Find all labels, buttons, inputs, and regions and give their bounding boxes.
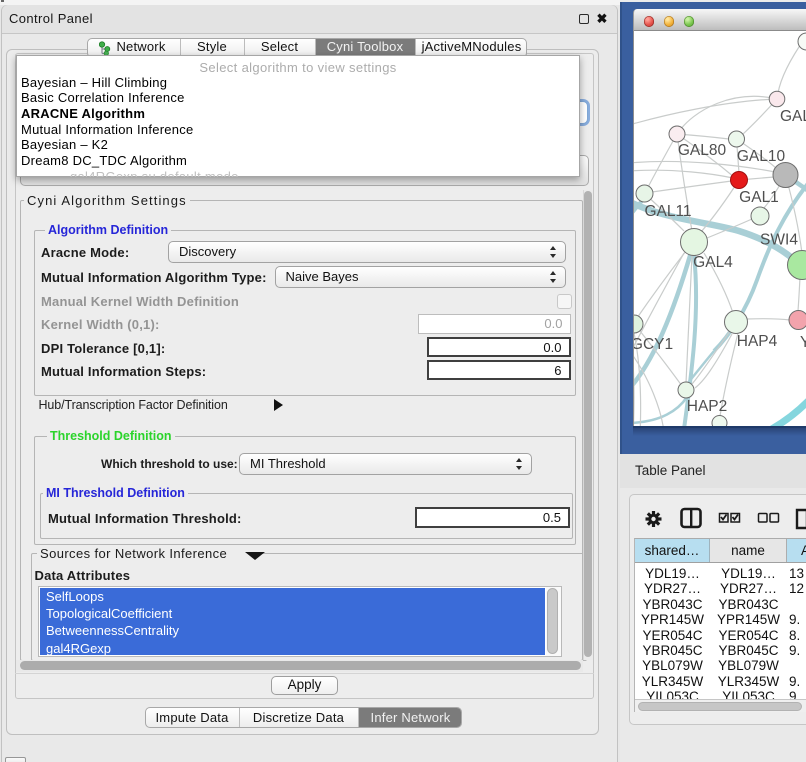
svg-text:Y: Y <box>800 334 806 351</box>
svg-text:HAP2: HAP2 <box>687 398 728 415</box>
svg-text:GAL10: GAL10 <box>737 148 786 165</box>
svg-text:HAP4: HAP4 <box>737 333 778 350</box>
svg-text:GAL11: GAL11 <box>644 203 691 220</box>
svg-text:GAL80: GAL80 <box>678 142 727 159</box>
svg-text:GAL: GAL <box>780 108 806 125</box>
svg-text:GCY1: GCY1 <box>634 336 673 353</box>
svg-text:SWI4: SWI4 <box>760 232 798 249</box>
svg-text:GAL4: GAL4 <box>693 254 733 271</box>
svg-text:GAL1: GAL1 <box>739 189 779 206</box>
